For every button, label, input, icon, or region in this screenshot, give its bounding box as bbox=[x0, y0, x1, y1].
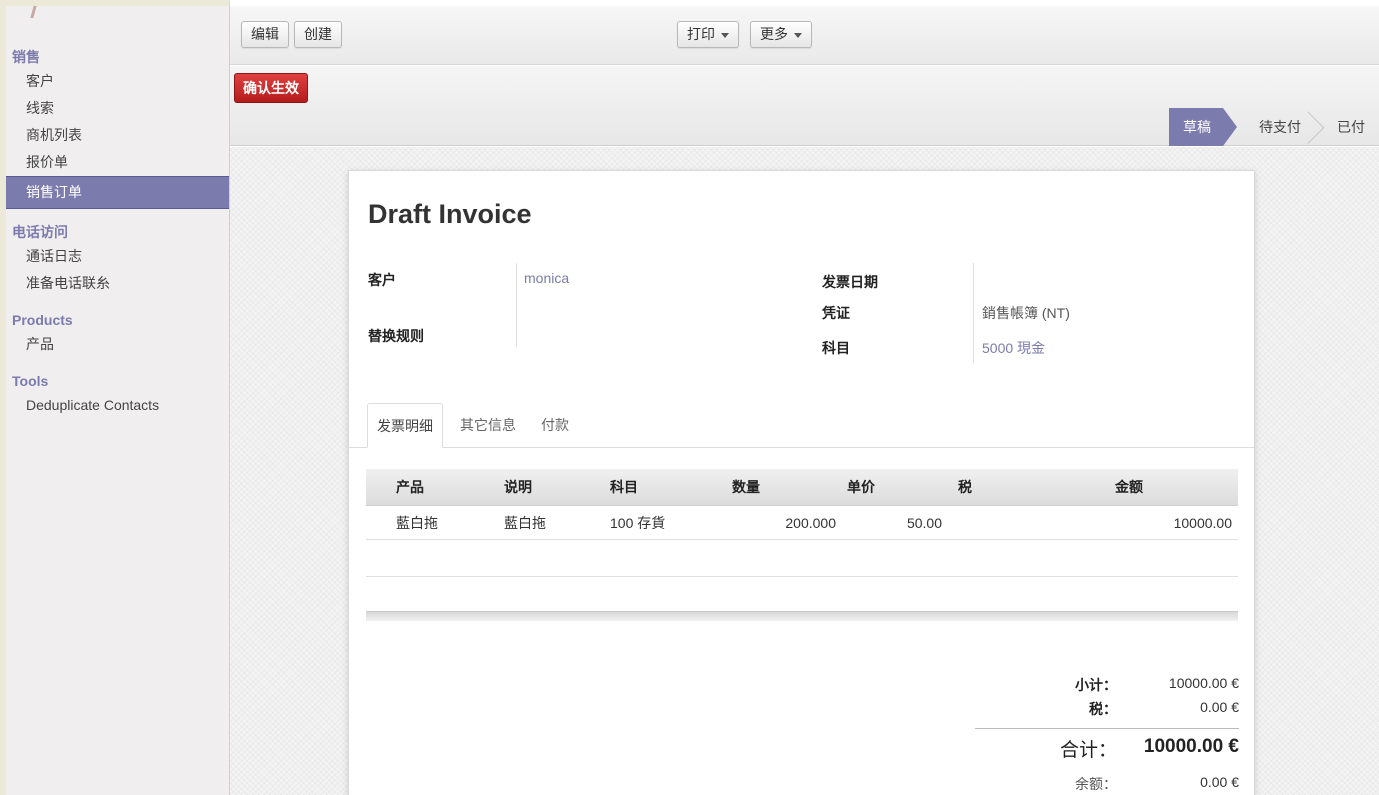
tab-payments[interactable]: 付款 bbox=[541, 403, 569, 448]
total-label: 合计： bbox=[1059, 740, 1117, 761]
chevron-down-icon bbox=[794, 32, 802, 38]
sidebar-item-call-logs[interactable]: 通话日志 bbox=[6, 243, 229, 270]
chevron-down-icon bbox=[721, 32, 729, 38]
table-row[interactable]: 藍白拖 藍白拖 100 存貨 200.000 50.00 10000.00 bbox=[366, 506, 1238, 540]
col-product[interactable]: 产品 bbox=[396, 469, 424, 506]
page-title: Draft Invoice bbox=[368, 199, 532, 229]
customer-label: 客户 bbox=[368, 272, 396, 288]
sidebar-item-scheduled-calls[interactable]: 准备电话联糸 bbox=[6, 270, 229, 297]
total-value: 10000.00 € bbox=[1143, 736, 1239, 757]
field-divider bbox=[973, 263, 974, 363]
sidebar-item-leads[interactable]: 线索 bbox=[6, 95, 229, 122]
subtotal-label: 小计： bbox=[1075, 677, 1117, 693]
invoice-date-label: 发票日期 bbox=[822, 274, 878, 290]
invoice-sheet: Draft Invoice 客户 monica 替换规则 发票日期 凭证 銷售帳… bbox=[348, 170, 1255, 795]
status-bar: 草稿 待支付 已付 bbox=[1169, 108, 1379, 146]
content-area: Draft Invoice 客户 monica 替换规则 发票日期 凭证 銷售帳… bbox=[230, 147, 1379, 795]
stage-paid[interactable]: 已付 bbox=[1315, 108, 1379, 146]
sidebar-section-phone-calls: 电话访问 bbox=[12, 224, 68, 240]
totals-divider bbox=[975, 728, 1239, 729]
account-value[interactable]: 5000 現金 bbox=[982, 338, 1045, 358]
print-dropdown[interactable]: 打印 bbox=[677, 21, 739, 48]
print-label: 打印 bbox=[687, 26, 715, 42]
col-description[interactable]: 说明 bbox=[504, 469, 532, 506]
sidebar-section-sales: 销售 bbox=[12, 49, 40, 65]
sidebar-section-tools: Tools bbox=[12, 373, 49, 389]
cell-description: 藍白拖 bbox=[504, 515, 546, 531]
sidebar-item-customers[interactable]: 客户 bbox=[6, 68, 229, 95]
stage-open[interactable]: 待支付 bbox=[1237, 108, 1315, 146]
cell-quantity: 200.000 bbox=[785, 515, 836, 531]
sidebar-item-products[interactable]: 产品 bbox=[6, 331, 229, 358]
cell-unit-price: 50.00 bbox=[906, 515, 942, 531]
action-bar: 确认生效 草稿 待支付 已付 bbox=[230, 66, 1379, 146]
account-label: 科目 bbox=[822, 340, 850, 356]
journal-value[interactable]: 銷售帳簿 (NT) bbox=[982, 303, 1070, 323]
col-amount[interactable]: 金额 bbox=[1115, 469, 1143, 506]
cell-account: 100 存貨 bbox=[610, 515, 666, 531]
journal-label: 凭证 bbox=[822, 305, 850, 321]
table-empty-row[interactable] bbox=[366, 540, 1238, 577]
sidebar: 销售 客户 线索 商机列表 报价单 销售订单 电话访问 通话日志 准备电话联糸 … bbox=[0, 0, 230, 795]
tab-other-info[interactable]: 其它信息 bbox=[460, 403, 516, 448]
confirm-button[interactable]: 确认生效 bbox=[234, 73, 308, 103]
logo-mark bbox=[30, 6, 37, 18]
table-header: 产品 说明 科目 数量 单价 税 金额 bbox=[366, 469, 1238, 506]
sidebar-item-deduplicate-contacts[interactable]: Deduplicate Contacts bbox=[6, 392, 229, 419]
residual-label: 余额： bbox=[1075, 776, 1117, 792]
table-footer bbox=[366, 611, 1238, 621]
col-unit-price[interactable]: 单价 bbox=[847, 469, 875, 506]
invoice-lines-table: 产品 说明 科目 数量 单价 税 金额 藍白拖 藍白拖 100 存貨 200.0… bbox=[366, 469, 1238, 621]
tab-invoice-lines[interactable]: 发票明细 bbox=[367, 403, 443, 448]
tax-value: 0.00 € bbox=[1200, 699, 1239, 715]
cell-amount: 10000.00 bbox=[1173, 515, 1232, 531]
tax-label: 税： bbox=[1089, 701, 1117, 717]
residual-value: 0.00 € bbox=[1200, 774, 1239, 790]
create-button[interactable]: 创建 bbox=[294, 21, 342, 48]
cell-product: 藍白拖 bbox=[396, 515, 438, 531]
sidebar-item-quotations[interactable]: 报价单 bbox=[6, 149, 229, 176]
more-dropdown[interactable]: 更多 bbox=[750, 21, 812, 48]
stage-draft[interactable]: 草稿 bbox=[1169, 108, 1237, 146]
sidebar-item-sales-orders[interactable]: 销售订单 bbox=[6, 176, 229, 209]
sidebar-section-products: Products bbox=[12, 312, 73, 328]
customer-value[interactable]: monica bbox=[524, 270, 569, 286]
edit-button[interactable]: 编辑 bbox=[241, 21, 289, 48]
col-account[interactable]: 科目 bbox=[610, 469, 638, 506]
more-label: 更多 bbox=[760, 26, 788, 42]
subtotal-value: 10000.00 € bbox=[1168, 675, 1239, 691]
toolbar: 编辑 创建 打印 更多 bbox=[230, 6, 1379, 65]
col-taxes[interactable]: 税 bbox=[958, 469, 972, 506]
fiscal-position-label: 替换规则 bbox=[368, 328, 424, 344]
notebook-tabs: 发票明细 其它信息 付款 bbox=[349, 403, 1254, 448]
sidebar-item-opportunities[interactable]: 商机列表 bbox=[6, 122, 229, 149]
col-quantity[interactable]: 数量 bbox=[732, 469, 760, 506]
field-divider bbox=[516, 263, 517, 347]
